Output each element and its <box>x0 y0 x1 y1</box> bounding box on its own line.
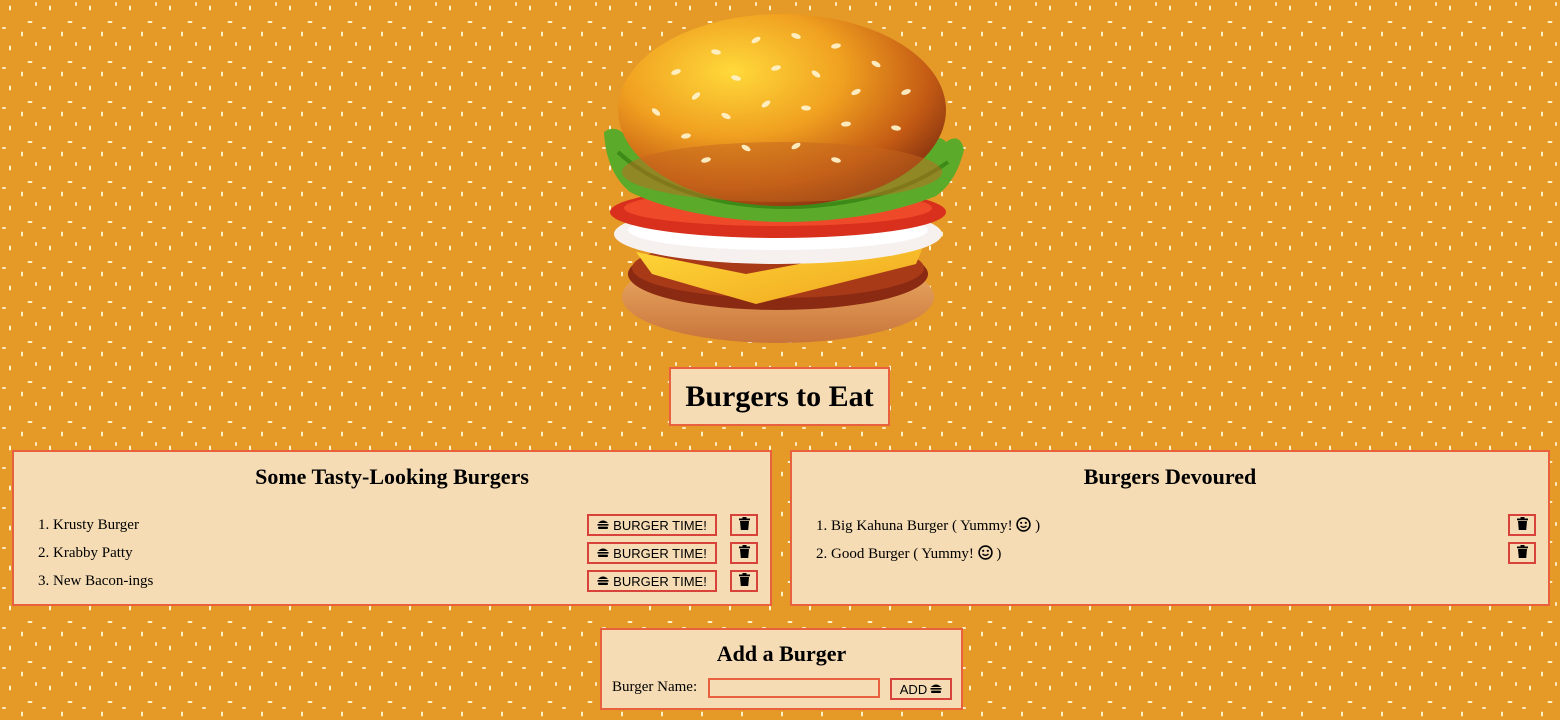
burger-name: Big Kahuna Burger <box>831 518 949 534</box>
delete-burger-button[interactable] <box>1508 542 1536 564</box>
burger-time-button[interactable]: BURGER TIME! <box>587 542 717 564</box>
hamburger-icon <box>597 546 609 561</box>
hamburger-icon <box>597 518 609 533</box>
trash-icon <box>1516 545 1528 561</box>
delete-burger-button[interactable] <box>1508 514 1536 536</box>
hamburger-icon <box>930 682 942 697</box>
burger-time-label: BURGER TIME! <box>613 545 707 561</box>
burger-devoured-item: 2. Good Burger ( Yummy! ) <box>816 542 1536 570</box>
list-number: 1. <box>816 518 828 534</box>
trash-icon <box>738 573 750 589</box>
yummy-text: ( Yummy! <box>913 546 974 562</box>
burger-to-eat-name: 2. Krabby Patty <box>38 545 133 562</box>
burgers-devoured-panel: Burgers Devoured 1. Big Kahuna Burger ( … <box>790 450 1550 606</box>
add-burger-button[interactable]: ADD <box>890 678 952 700</box>
hamburger-illustration-icon <box>604 14 964 343</box>
burger-time-button[interactable]: BURGER TIME! <box>587 570 717 592</box>
list-number: 2. <box>816 546 828 562</box>
burger-devoured-item: 1. Big Kahuna Burger ( Yummy! ) <box>816 514 1536 542</box>
burgers-devoured-heading: Burgers Devoured <box>1083 464 1257 489</box>
list-number: 3. <box>38 573 50 589</box>
delete-burger-button[interactable] <box>730 542 758 564</box>
delete-burger-button[interactable] <box>730 570 758 592</box>
burger-name: Good Burger <box>831 546 910 562</box>
burger-to-eat-name: 3. New Bacon-ings <box>38 573 153 590</box>
burger-name: Krusty Burger <box>53 517 139 533</box>
burger-name: New Bacon-ings <box>53 573 154 589</box>
trash-icon <box>738 517 750 533</box>
burger-time-label: BURGER TIME! <box>613 573 707 589</box>
yummy-text: ( Yummy! <box>951 518 1013 534</box>
list-number: 1. <box>38 517 50 533</box>
burgers-to-eat-list: 1. Krusty Burger BURGER TIME! 2. Krabby Pa… <box>38 514 758 598</box>
hero-burger-image <box>596 12 968 348</box>
burger-time-button[interactable]: BURGER TIME! <box>587 514 717 536</box>
burger-devoured-name: 1. Big Kahuna Burger ( Yummy! ) <box>816 517 1040 537</box>
yummy-close: ) <box>996 546 1002 562</box>
yummy-close: ) <box>1035 518 1041 534</box>
burger-to-eat-item: 3. New Bacon-ings BURGER TIME! <box>38 570 758 598</box>
burger-time-label: BURGER TIME! <box>613 517 707 533</box>
page-title: Burgers to Eat <box>685 379 874 413</box>
trash-icon <box>1516 517 1528 533</box>
burger-to-eat-item: 1. Krusty Burger BURGER TIME! <box>38 514 758 542</box>
burger-name-label: Burger Name: <box>612 679 698 695</box>
burger-name-input[interactable] <box>708 678 880 698</box>
trash-icon <box>738 545 750 561</box>
burger-devoured-name: 2. Good Burger ( Yummy! ) <box>816 545 1001 565</box>
add-burger-form: Add a Burger Burger Name: ADD <box>600 628 963 710</box>
burgers-to-eat-heading: Some Tasty-Looking Burgers <box>255 464 529 489</box>
burger-name: Krabby Patty <box>53 545 133 561</box>
hamburger-icon <box>597 574 609 589</box>
smile-icon <box>1016 517 1032 537</box>
list-number: 2. <box>38 545 50 561</box>
add-burger-heading: Add a Burger <box>716 641 847 666</box>
burgers-devoured-list: 1. Big Kahuna Burger ( Yummy! ) 2. Good B… <box>816 514 1536 570</box>
burger-to-eat-item: 2. Krabby Patty BURGER TIME! <box>38 542 758 570</box>
delete-burger-button[interactable] <box>730 514 758 536</box>
page-title-box: Burgers to Eat <box>669 367 890 426</box>
smile-icon <box>977 545 993 565</box>
burger-to-eat-name: 1. Krusty Burger <box>38 517 139 534</box>
add-button-label: ADD <box>899 681 928 697</box>
burgers-to-eat-panel: Some Tasty-Looking Burgers 1. Krusty Bur… <box>12 450 772 606</box>
